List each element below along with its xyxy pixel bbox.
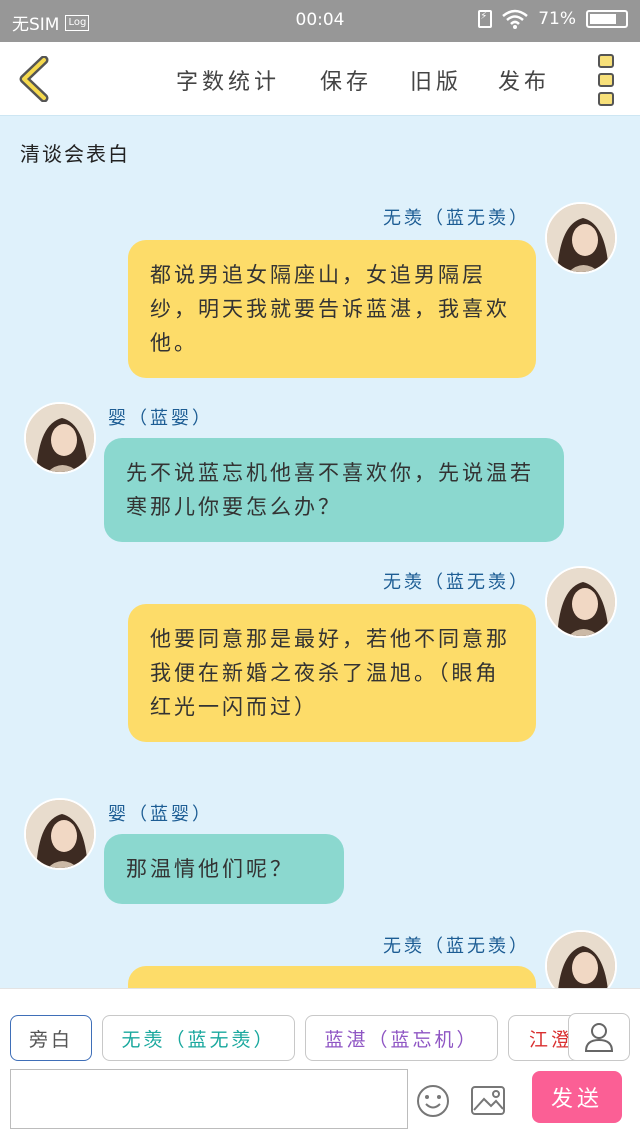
image-icon[interactable] (470, 1084, 506, 1118)
message-bubble[interactable]: 都说男追女隔座山，女追男隔层纱，明天我就要告诉蓝湛，我喜欢他。 (128, 240, 536, 378)
speaker-name: 婴（蓝婴） (108, 804, 213, 825)
chat-area[interactable]: 清谈会表白 无羡（蓝无羡） 都说男追女隔座山，女追男隔层纱，明天我就要告诉蓝湛，… (0, 116, 640, 988)
avatar[interactable] (24, 402, 96, 474)
top-toolbar: 字数统计 保存 旧版 发布 (0, 42, 640, 116)
scene-title: 清谈会表白 (20, 142, 130, 166)
chevron-left-icon[interactable] (14, 56, 54, 102)
save-button[interactable]: 保存 (320, 64, 372, 96)
role-chip-lanzhan[interactable]: 蓝湛（蓝忘机） (305, 1015, 498, 1061)
avatar[interactable] (545, 930, 617, 988)
person-icon[interactable] (568, 1013, 630, 1061)
status-bar: 无SIM Log 00:04 71% (0, 0, 640, 42)
avatar[interactable] (24, 798, 96, 870)
speaker-name: 无羡（蓝无羡） (383, 572, 530, 593)
word-count-button[interactable]: 字数统计 (176, 64, 280, 96)
battery-percent: 71% (538, 9, 576, 29)
battery-icon (586, 10, 628, 28)
old-version-button[interactable]: 旧版 (410, 64, 462, 96)
message-bubble[interactable]: 他要同意那是最好，若他不同意那我便在新婚之夜杀了温旭。（眼角红光一闪而过） (128, 604, 536, 742)
role-selector: 旁白 无羡（蓝无羡） 蓝湛（蓝忘机） 江澄 (0, 989, 640, 1063)
status-right: 71% (478, 9, 628, 29)
compose-panel: 旁白 无羡（蓝无羡） 蓝湛（蓝忘机） 江澄 发送 (0, 988, 640, 1138)
charging-icon (478, 10, 493, 28)
speaker-name: 婴（蓝婴） (108, 408, 213, 429)
wifi-icon (502, 9, 529, 29)
more-vertical-icon[interactable] (598, 54, 616, 106)
publish-button[interactable]: 发布 (498, 64, 550, 96)
smile-icon[interactable] (416, 1084, 450, 1118)
message-bubble[interactable] (128, 966, 536, 988)
speaker-name: 无羡（蓝无羡） (383, 208, 530, 229)
avatar[interactable] (545, 202, 617, 274)
message-bubble[interactable]: 先不说蓝忘机他喜不喜欢你，先说温若寒那儿你要怎么办？ (104, 438, 564, 542)
avatar[interactable] (545, 566, 617, 638)
message-bubble[interactable]: 那温情他们呢？ (104, 834, 344, 904)
role-chip-wuxian[interactable]: 无羡（蓝无羡） (102, 1015, 295, 1061)
send-button[interactable]: 发送 (532, 1071, 622, 1123)
message-input[interactable] (10, 1069, 408, 1129)
speaker-name: 无羡（蓝无羡） (383, 936, 530, 957)
role-chip-narration[interactable]: 旁白 (10, 1015, 92, 1061)
